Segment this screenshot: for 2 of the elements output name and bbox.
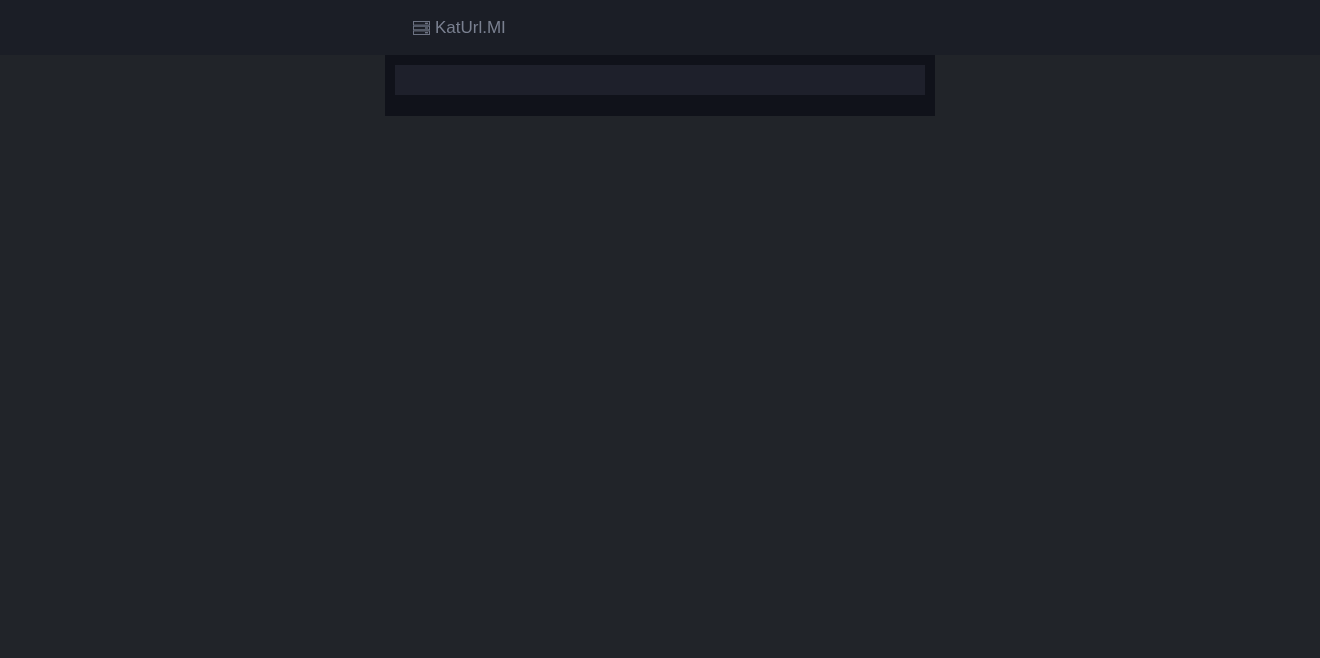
server-icon (413, 20, 430, 35)
brand-link[interactable]: KatUrl.MI (413, 17, 506, 38)
